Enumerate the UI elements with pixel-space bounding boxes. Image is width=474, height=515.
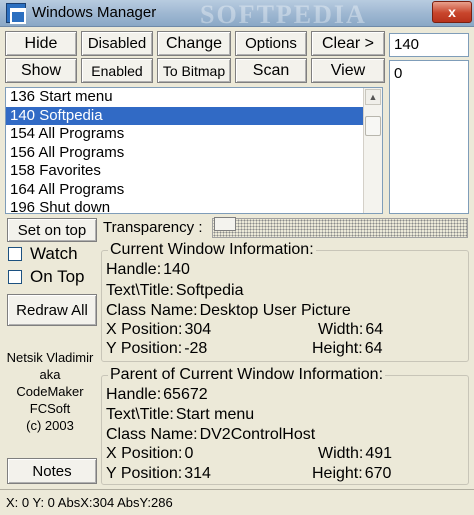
current-height-value: 64 bbox=[364, 340, 383, 357]
parent-window-title: Parent of Current Window Information: bbox=[108, 366, 386, 384]
parent-handle: Handle: 65672 bbox=[106, 386, 208, 404]
clear-button[interactable]: Clear > bbox=[311, 31, 385, 56]
parent-y: Y Position: 314 bbox=[106, 465, 211, 483]
window-listbox[interactable]: 136 Start menu 140 Softpedia 154 All Progr… bbox=[5, 87, 383, 214]
credit-line: Netsik Vladimir bbox=[6, 350, 94, 365]
parent-height-label: Height: bbox=[312, 465, 363, 482]
on-top-label: On Top bbox=[30, 267, 85, 286]
current-class-label: Class Name: bbox=[106, 302, 198, 319]
value-list[interactable]: 0 bbox=[389, 60, 469, 214]
handle-input[interactable]: 140 bbox=[389, 33, 469, 57]
current-height: Height: 64 bbox=[312, 340, 383, 358]
view-button[interactable]: View bbox=[311, 58, 385, 83]
transparency-slider[interactable] bbox=[212, 218, 468, 238]
scan-button[interactable]: Scan bbox=[235, 58, 307, 83]
current-x-label: X Position: bbox=[106, 321, 183, 338]
current-y-label: Y Position: bbox=[106, 340, 183, 357]
parent-height-value: 670 bbox=[364, 465, 392, 482]
watch-checkbox[interactable] bbox=[8, 247, 22, 261]
credit-line: CodeMaker bbox=[16, 384, 84, 399]
current-y-value: -28 bbox=[184, 340, 208, 357]
windows-manager-window: Windows Manager SOFTPEDIA x Hide Disable… bbox=[0, 0, 474, 515]
current-width-label: Width: bbox=[318, 321, 364, 338]
credits: Netsik Vladimir aka CodeMaker FCSoft (c)… bbox=[4, 349, 96, 434]
current-handle-value: 140 bbox=[163, 261, 190, 278]
current-text: Text\Title: Softpedia bbox=[106, 282, 243, 300]
options-button[interactable]: Options bbox=[235, 31, 307, 56]
show-button[interactable]: Show bbox=[5, 58, 77, 83]
current-handle: Handle: 140 bbox=[106, 261, 190, 279]
current-height-label: Height: bbox=[312, 340, 363, 357]
change-button[interactable]: Change bbox=[157, 31, 231, 56]
list-item[interactable]: 196 Shut down bbox=[6, 199, 363, 213]
window-title: Windows Manager bbox=[32, 4, 157, 21]
credit-line: aka bbox=[39, 367, 61, 382]
parent-text-label: Text\Title: bbox=[106, 406, 174, 423]
app-icon bbox=[6, 3, 26, 24]
current-x: X Position: 304 bbox=[106, 321, 211, 339]
current-x-value: 304 bbox=[184, 321, 212, 338]
current-window-title: Current Window Information: bbox=[108, 241, 316, 259]
transparency-slider-thumb[interactable] bbox=[214, 217, 236, 231]
parent-class-value: DV2ControlHost bbox=[199, 426, 316, 443]
current-handle-label: Handle: bbox=[106, 261, 162, 278]
parent-text: Text\Title: Start menu bbox=[106, 406, 254, 424]
notes-button[interactable]: Notes bbox=[7, 458, 97, 484]
list-item[interactable]: 136 Start menu bbox=[6, 88, 363, 107]
parent-width: Width: 491 bbox=[318, 445, 392, 463]
scroll-thumb[interactable] bbox=[365, 116, 381, 136]
hide-button[interactable]: Hide bbox=[5, 31, 77, 56]
parent-handle-label: Handle: bbox=[106, 386, 162, 403]
list-item[interactable]: 158 Favorites bbox=[6, 162, 363, 181]
list-item[interactable]: 164 All Programs bbox=[6, 181, 363, 200]
current-width: Width: 64 bbox=[318, 321, 383, 339]
on-top-checkbox[interactable] bbox=[8, 270, 22, 284]
parent-y-value: 314 bbox=[184, 465, 211, 482]
list-item[interactable]: 154 All Programs bbox=[6, 125, 363, 144]
watch-label: Watch bbox=[30, 244, 78, 263]
enabled-button[interactable]: Enabled bbox=[81, 58, 153, 83]
current-class: Class Name: Desktop User Picture bbox=[106, 302, 351, 320]
set-on-top-button[interactable]: Set on top bbox=[7, 218, 97, 242]
status-bar: X: 0 Y: 0 AbsX:304 AbsY:286 bbox=[0, 489, 474, 515]
parent-width-value: 491 bbox=[365, 445, 393, 462]
parent-handle-value: 65672 bbox=[163, 386, 208, 403]
parent-height: Height: 670 bbox=[312, 465, 391, 483]
redraw-all-button[interactable]: Redraw All bbox=[7, 294, 97, 326]
parent-class: Class Name: DV2ControlHost bbox=[106, 426, 315, 444]
close-button[interactable]: x bbox=[432, 1, 472, 23]
current-text-value: Softpedia bbox=[175, 282, 244, 299]
parent-x-label: X Position: bbox=[106, 445, 183, 462]
current-width-value: 64 bbox=[365, 321, 384, 338]
parent-class-label: Class Name: bbox=[106, 426, 198, 443]
parent-width-label: Width: bbox=[318, 445, 364, 462]
list-scrollbar[interactable]: ▲ bbox=[363, 88, 382, 213]
to-bitmap-button[interactable]: To Bitmap bbox=[157, 58, 231, 83]
current-y: Y Position: -28 bbox=[106, 340, 207, 358]
scroll-up-icon[interactable]: ▲ bbox=[365, 89, 381, 105]
parent-text-value: Start menu bbox=[175, 406, 255, 423]
disabled-button[interactable]: Disabled bbox=[81, 31, 153, 56]
current-class-value: Desktop User Picture bbox=[199, 302, 351, 319]
transparency-label: Transparency : bbox=[103, 219, 203, 236]
current-text-label: Text\Title: bbox=[106, 282, 174, 299]
list-item[interactable]: 156 All Programs bbox=[6, 144, 363, 163]
credit-line: (c) 2003 bbox=[26, 418, 74, 433]
credit-line: FCSoft bbox=[29, 401, 71, 416]
parent-x-value: 0 bbox=[184, 445, 194, 462]
title-bar[interactable]: Windows Manager SOFTPEDIA x bbox=[0, 0, 474, 29]
parent-y-label: Y Position: bbox=[106, 465, 183, 482]
watermark: SOFTPEDIA bbox=[200, 0, 367, 29]
list-item[interactable]: 140 Softpedia bbox=[6, 106, 363, 125]
parent-x: X Position: 0 bbox=[106, 445, 193, 463]
